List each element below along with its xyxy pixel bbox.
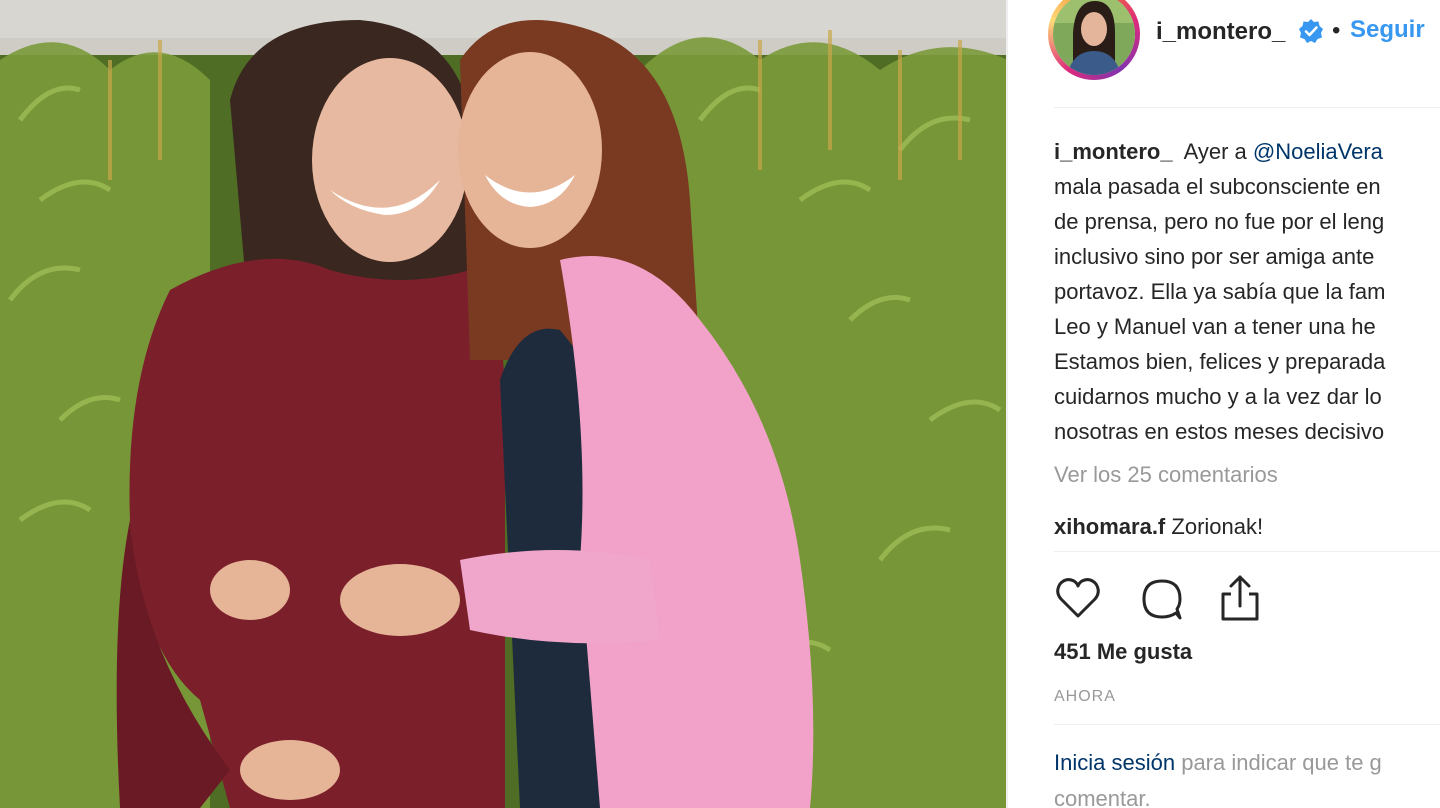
post-header: i_montero_ • Seguir (1008, 0, 1440, 108)
caption-line: i_montero_ Ayer a @NoeliaVera (1054, 134, 1440, 169)
comments-divider (1054, 551, 1440, 552)
avatar[interactable] (1048, 0, 1140, 80)
separator-dot: • (1332, 17, 1341, 44)
post-caption: i_montero_ Ayer a @NoeliaVera mala pasad… (1054, 134, 1440, 449)
follow-button[interactable]: Seguir (1350, 16, 1425, 44)
caption-line: cuidarnos mucho y a la vez dar lo (1054, 384, 1382, 409)
caption-line: Estamos bien, felices y preparada (1054, 349, 1386, 374)
share-icon[interactable] (1214, 572, 1266, 624)
username-link[interactable]: i_montero_ (1156, 18, 1285, 46)
login-prompt-text-2: comentar. (1054, 786, 1151, 808)
caption-line: de prensa, pero no fue por el leng (1054, 209, 1385, 234)
caption-line: inclusivo sino por ser amiga ante (1054, 244, 1375, 269)
like-count[interactable]: 451 Me gusta (1054, 639, 1192, 665)
comment-username[interactable]: xihomara.f (1054, 514, 1165, 539)
caption-username[interactable]: i_montero_ (1054, 139, 1173, 164)
avatar-image (1053, 0, 1135, 75)
caption-line: Leo y Manuel van a tener una he (1054, 314, 1376, 339)
post-photo[interactable] (0, 0, 1008, 808)
caption-text: Ayer a (1183, 139, 1253, 164)
comment-item: xihomara.f Zorionak! (1054, 514, 1263, 540)
caption-line: nosotras en estos meses decisivo (1054, 419, 1385, 444)
view-all-comments-link[interactable]: Ver los 25 comentarios (1054, 462, 1278, 488)
header-divider (1054, 107, 1440, 108)
login-prompt-text: para indicar que te g (1181, 750, 1382, 775)
caption-line: portavoz. Ella ya sabía que la fam (1054, 279, 1386, 304)
footer-divider (1054, 724, 1440, 725)
photo-illustration (0, 0, 1008, 808)
post-timestamp: AHORA (1054, 688, 1116, 705)
login-prompt: Inicia sesión para indicar que te g come… (1054, 745, 1382, 808)
heart-icon[interactable] (1052, 572, 1104, 624)
verified-badge-icon (1299, 19, 1323, 43)
login-link[interactable]: Inicia sesión (1054, 750, 1175, 775)
caption-line: mala pasada el subconsciente en (1054, 174, 1381, 199)
mention-link[interactable]: @NoeliaVera (1253, 139, 1383, 164)
post-side-panel: i_montero_ • Seguir i_montero_ Ayer a @N… (1008, 0, 1440, 808)
comment-bubble-icon[interactable] (1136, 572, 1188, 624)
comment-text: Zorionak! (1171, 514, 1264, 539)
